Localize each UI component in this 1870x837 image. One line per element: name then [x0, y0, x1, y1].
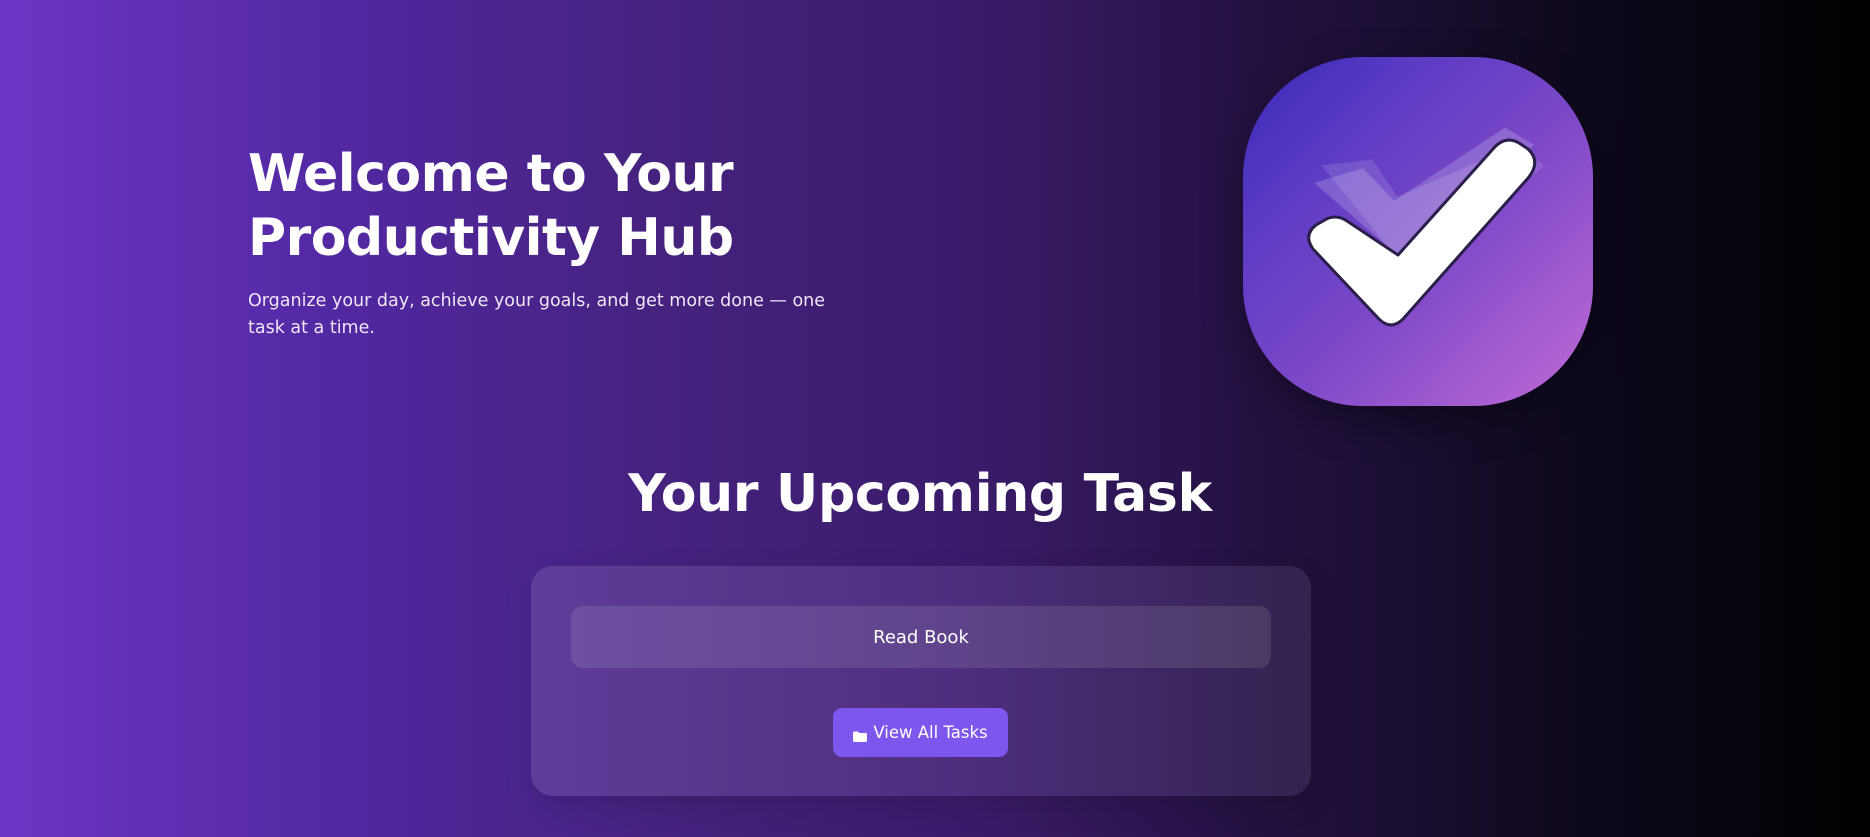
- view-all-tasks-button[interactable]: View All Tasks: [833, 708, 1008, 757]
- task-item[interactable]: Read Book: [571, 606, 1271, 668]
- folder-icon: [853, 727, 868, 742]
- hero-title-line-1: Welcome to Your: [248, 144, 734, 204]
- upcoming-task-heading: Your Upcoming Task: [628, 464, 1212, 524]
- hero-title-line-2: Productivity Hub: [248, 208, 734, 268]
- view-all-tasks-label: View All Tasks: [873, 723, 988, 742]
- hero-title: Welcome to Your Productivity Hub: [248, 142, 868, 270]
- checkmark-icon: [1307, 127, 1545, 327]
- hero-subtitle: Organize your day, achieve your goals, a…: [248, 291, 826, 338]
- hero-section: Welcome to Your Productivity Hub Organiz…: [248, 142, 868, 342]
- app-logo: [1243, 57, 1593, 406]
- upcoming-task-card: Read Book View All Tasks: [531, 566, 1311, 796]
